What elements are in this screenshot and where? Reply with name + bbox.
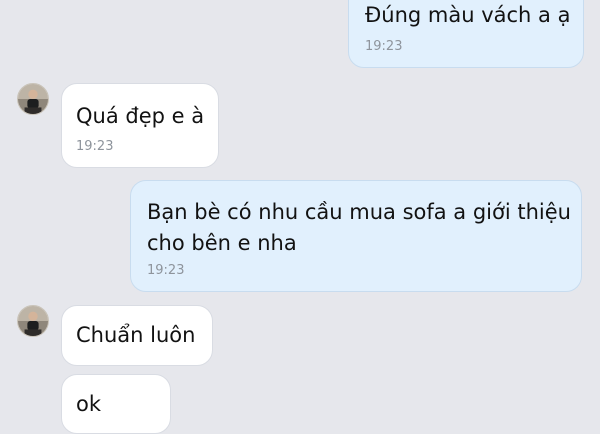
contact-avatar-icon[interactable] — [17, 83, 49, 115]
message-bubble-outgoing[interactable]: Đúng màu vách a ạ 19:23 — [348, 0, 584, 68]
message-timestamp: 19:23 — [147, 263, 185, 278]
contact-avatar-icon[interactable] — [17, 305, 49, 337]
message-text: Đúng màu vách a ạ — [365, 3, 571, 27]
message-timestamp: 19:23 — [76, 139, 114, 154]
message-text-line-1: Bạn bè có nhu cầu mua sofa a giới thiệu — [147, 200, 571, 224]
message-text-line-2: cho bên e nha — [147, 231, 297, 255]
message-timestamp: 19:23 — [365, 39, 403, 54]
message-bubble-incoming[interactable]: Quá đẹp e à 19:23 — [61, 83, 219, 168]
message-bubble-incoming[interactable]: ok — [61, 374, 171, 434]
message-text: Chuẩn luôn — [76, 323, 196, 347]
message-bubble-outgoing[interactable]: Bạn bè có nhu cầu mua sofa a giới thiệu … — [130, 180, 582, 292]
message-text: Quá đẹp e à — [76, 104, 205, 128]
message-bubble-incoming[interactable]: Chuẩn luôn — [61, 305, 213, 366]
message-text: ok — [76, 392, 102, 416]
